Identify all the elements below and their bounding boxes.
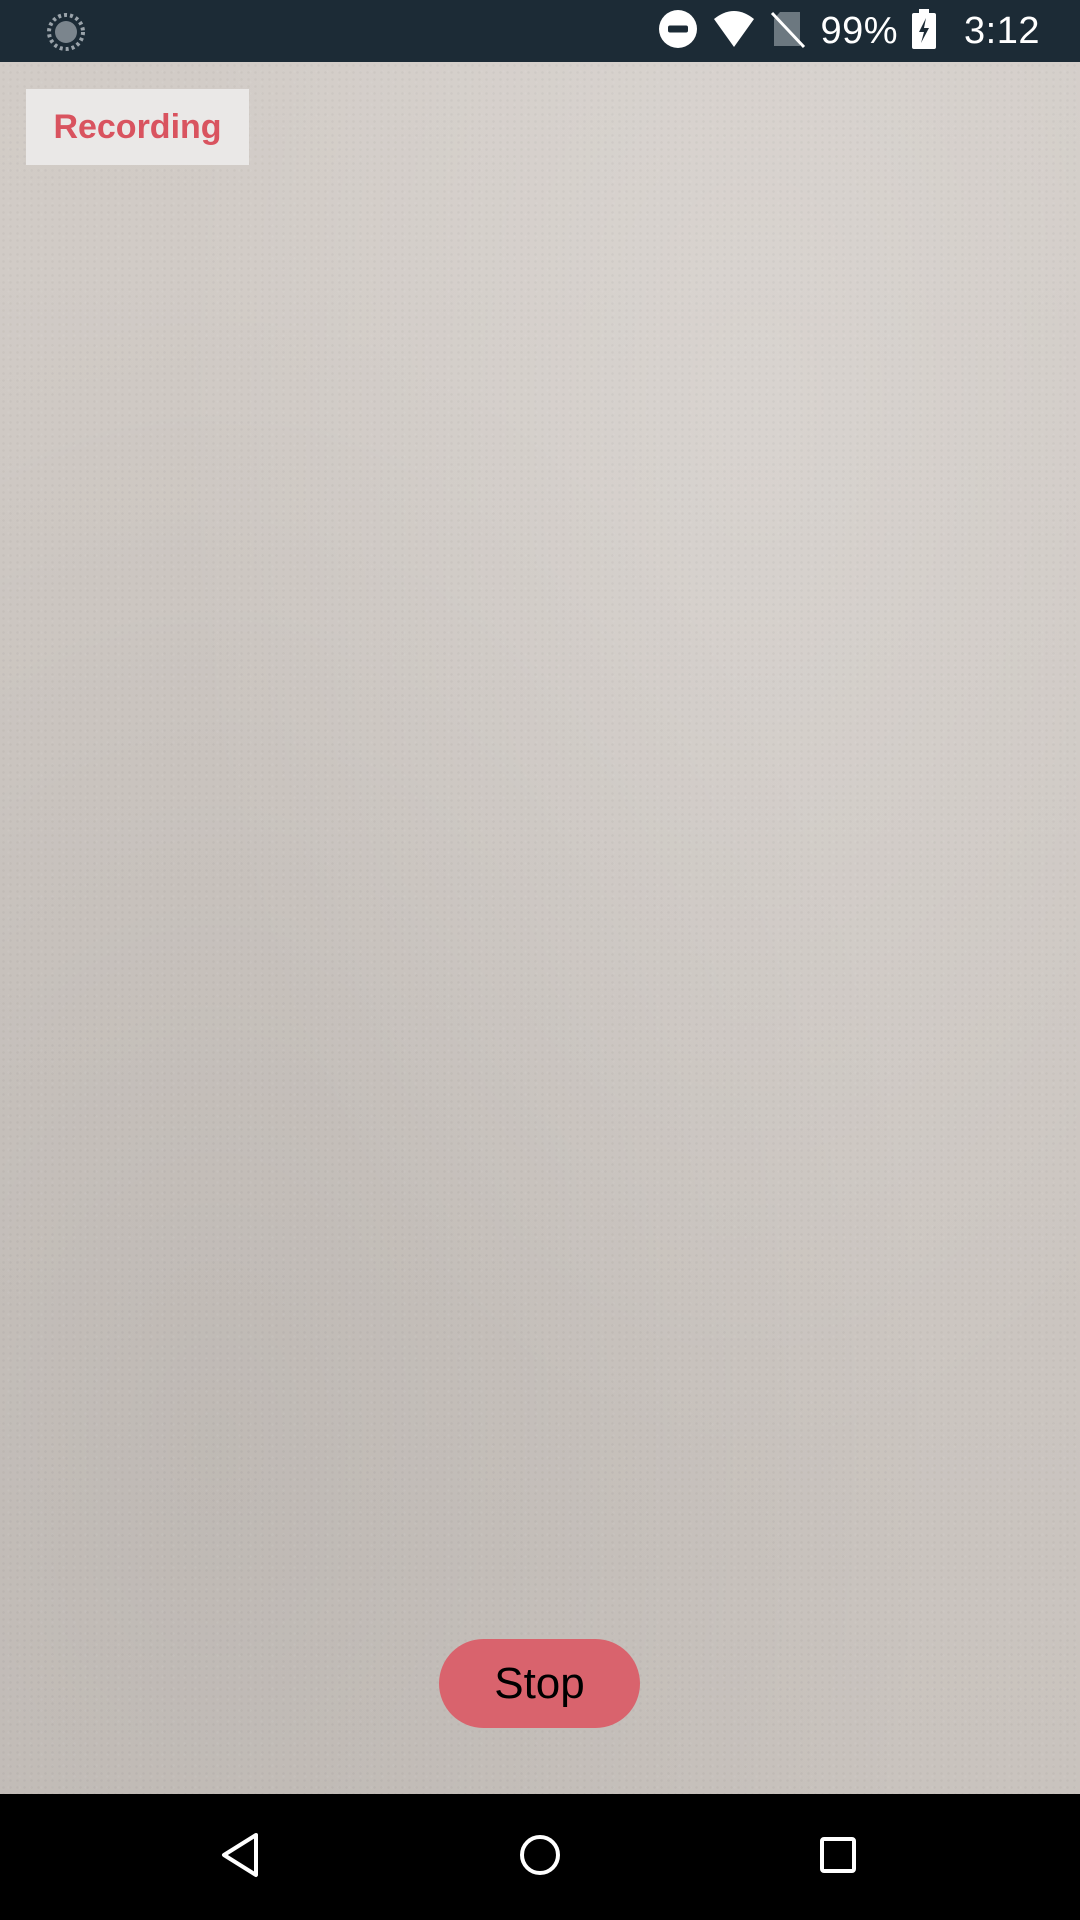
- stop-button[interactable]: Stop: [439, 1639, 640, 1728]
- do-not-disturb-icon: [658, 9, 698, 54]
- screen: 99% 3:12 Recording Stop: [0, 0, 1080, 1920]
- back-button[interactable]: [208, 1825, 272, 1889]
- no-sim-icon: [770, 9, 806, 54]
- navigation-bar: [0, 1794, 1080, 1920]
- battery-percent: 99%: [820, 9, 899, 52]
- status-bar: 99% 3:12: [0, 0, 1080, 62]
- back-icon: [218, 1831, 262, 1884]
- recording-label: Recording: [53, 107, 222, 146]
- recording-badge: Recording: [26, 89, 249, 165]
- loading-icon: [46, 12, 86, 52]
- home-button[interactable]: [508, 1825, 572, 1889]
- camera-preview: Recording Stop: [0, 62, 1080, 1794]
- clock: 3:12: [964, 9, 1040, 52]
- status-icons: 99% 3:12: [658, 0, 1040, 62]
- wifi-icon: [712, 9, 756, 54]
- stop-button-label: Stop: [494, 1658, 585, 1708]
- recents-button[interactable]: [806, 1825, 870, 1889]
- home-icon: [518, 1833, 562, 1882]
- recents-icon: [818, 1835, 858, 1880]
- battery-charging-icon: [912, 8, 937, 54]
